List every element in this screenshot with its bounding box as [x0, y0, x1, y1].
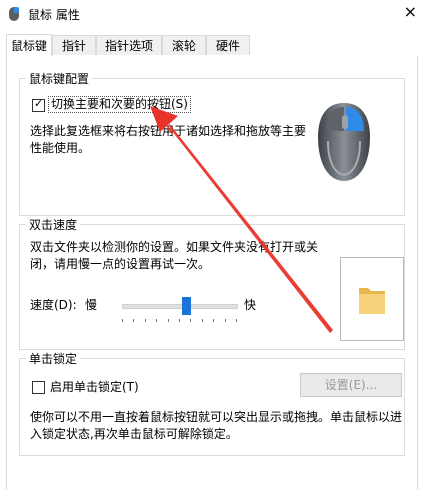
annotation-arrow: [150, 106, 333, 333]
